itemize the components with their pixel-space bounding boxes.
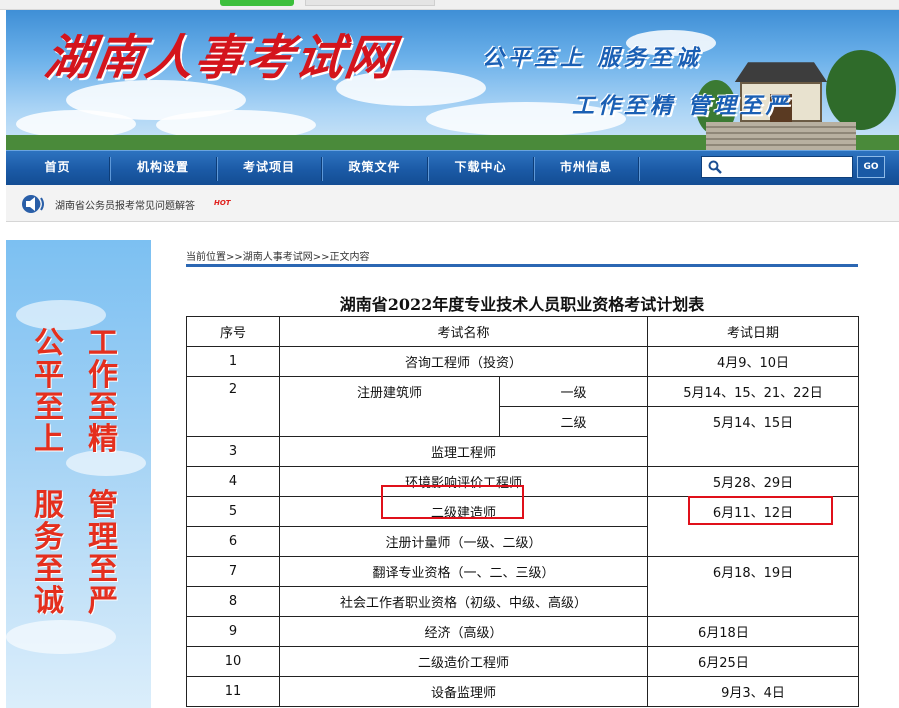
banner-slogan-1: 公平至上 服务至诚 — [482, 45, 702, 71]
search-go-button[interactable]: GO — [857, 156, 885, 178]
cell-date: 6月11、12日 — [647, 496, 860, 557]
cell-no: 8 — [186, 586, 280, 617]
search-box[interactable] — [701, 156, 853, 178]
header-date: 考试日期 — [647, 316, 860, 347]
cell-date: 4月9、10日 — [647, 346, 860, 377]
cell-level: 一级 — [498, 376, 649, 407]
cell-name: 咨询工程师（投资） — [278, 346, 649, 377]
sidebar-col-left-top: 公平至上 — [34, 326, 64, 457]
cell-no: 4 — [186, 466, 280, 497]
nav-item-exams[interactable]: 考试项目 — [217, 151, 321, 186]
banner-slogan-2: 工作至精 管理至严 — [572, 93, 792, 119]
table-row: 1 咨询工程师（投资） 4月9、10日 — [186, 346, 860, 377]
nav-item-policy[interactable]: 政策文件 — [322, 151, 427, 186]
cell-date: 6月25日 — [647, 646, 860, 677]
cell-date: 5月28、29日 — [647, 466, 860, 497]
cell-name: 设备监理师 — [278, 676, 649, 707]
breadcrumb[interactable]: 当前位置>>湖南人事考试网>>正文内容 — [186, 248, 370, 263]
table-row: 7 翻译专业资格（一、二、三级） 6月18、19日 — [186, 556, 860, 617]
cell-name: 注册计量师（一级、二级） — [278, 526, 649, 557]
browser-top-strip — [0, 0, 899, 10]
table-row: 10 二级造价工程师 6月25日 — [186, 646, 860, 677]
header-no: 序号 — [186, 316, 280, 347]
table-row: 4 环境影响评价工程师 5月28、29日 — [186, 466, 860, 497]
table-row: 5 二级建造师 6月11、12日 — [186, 496, 860, 557]
sidebar-col-left-bottom: 服务至诚 — [34, 488, 64, 619]
exam-plan-table: 序号 考试名称 考试日期 1 咨询工程师（投资） 4月9、10日 2 注册建筑师… — [186, 316, 860, 707]
search-input[interactable] — [728, 159, 848, 175]
notice-bar: 湖南省公务员报考常见问题解答 HOT — [6, 185, 899, 222]
cell-level: 二级 — [498, 406, 649, 437]
cell-date: 5月14、15、21、22日 — [647, 376, 860, 407]
cell-name: 社会工作者职业资格（初级、中级、高级） — [278, 586, 649, 617]
nav-item-downloads[interactable]: 下载中心 — [428, 151, 533, 186]
cell-no: 10 — [186, 646, 280, 677]
cell-date: 5月14、15日 — [647, 406, 860, 467]
megaphone-icon — [22, 195, 44, 213]
cell-no: 11 — [186, 676, 280, 707]
browser-tab[interactable] — [305, 0, 435, 6]
cell-name: 环境影响评价工程师 — [278, 466, 649, 497]
cell-no: 3 — [186, 436, 280, 467]
cell-date: 9月3、4日 — [647, 676, 860, 707]
cell-name: 二级造价工程师 — [278, 646, 649, 677]
search-icon — [708, 160, 722, 174]
cell-name: 经济（高级） — [278, 616, 649, 647]
cell-date: 6月18、19日 — [647, 556, 860, 617]
cell-no: 2 — [186, 376, 280, 437]
sidebar-col-right-bottom: 管理至严 — [88, 488, 118, 619]
sidebar-col-right-top: 工作至精 — [88, 326, 118, 457]
sidebar-slogan-banner: 公平至上 服务至诚 工作至精 管理至严 — [6, 240, 151, 708]
cell-date: 6月18日 — [647, 616, 860, 647]
cell-no: 9 — [186, 616, 280, 647]
cell-name: 二级建造师 — [278, 496, 649, 527]
cell-name: 监理工程师 — [278, 436, 649, 467]
header-name: 考试名称 — [278, 316, 649, 347]
table-row: 9 经济（高级） 6月18日 — [186, 616, 860, 647]
main-nav: 首页 机构设置 考试项目 政策文件 下载中心 市州信息 GO — [6, 150, 899, 185]
notice-link[interactable]: 湖南省公务员报考常见问题解答 — [55, 197, 195, 212]
cell-no: 5 — [186, 496, 280, 527]
cell-no: 7 — [186, 556, 280, 587]
browser-active-tab-indicator[interactable] — [220, 0, 294, 6]
cell-no: 6 — [186, 526, 280, 557]
hot-badge: HOT — [214, 199, 231, 207]
cell-name: 翻译专业资格（一、二、三级） — [278, 556, 649, 587]
table-row: 2 注册建筑师 一级 5月14、15、21、22日 — [186, 376, 860, 437]
nav-item-home[interactable]: 首页 — [6, 151, 109, 186]
cell-no: 1 — [186, 346, 280, 377]
page-title: 湖南省2022年度专业技术人员职业资格考试计划表 — [339, 295, 705, 314]
site-logo[interactable]: 湖南人事考试网 — [41, 18, 401, 88]
breadcrumb-divider — [186, 264, 858, 267]
nav-item-city-info[interactable]: 市州信息 — [534, 151, 638, 186]
nav-item-organization[interactable]: 机构设置 — [110, 151, 216, 186]
site-banner: 湖南人事考试网 公平至上 服务至诚 工作至精 管理至严 — [6, 10, 899, 150]
table-header-row: 序号 考试名称 考试日期 — [186, 316, 860, 347]
table-row: 11 设备监理师 9月3、4日 — [186, 676, 860, 707]
cell-name: 注册建筑师 — [279, 376, 500, 437]
